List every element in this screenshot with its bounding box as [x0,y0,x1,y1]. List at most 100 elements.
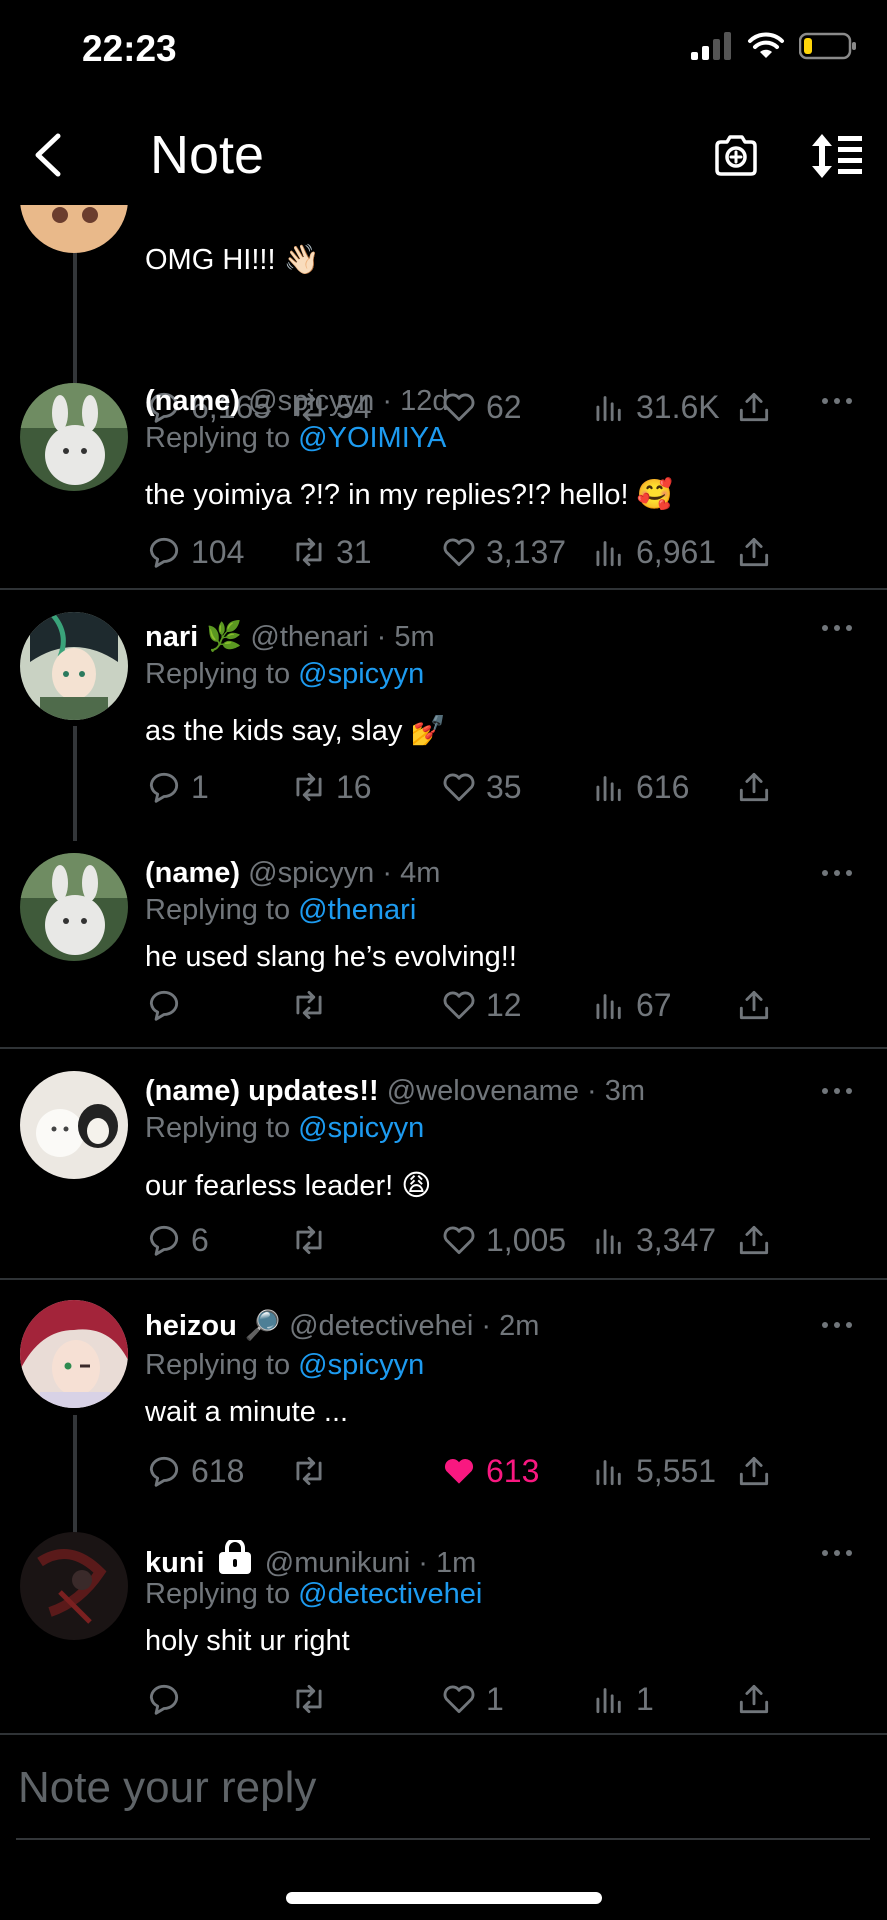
like-icon [443,991,475,1020]
avatar[interactable] [20,612,128,720]
handle[interactable]: @thenari [250,621,368,653]
like-button[interactable]: 1 [440,1680,504,1718]
replying-label: Replying to [145,1349,291,1381]
share-button[interactable] [735,533,781,571]
replying-to: Replying to @spicyyn [145,1112,424,1145]
display-name[interactable]: (name) [145,857,240,889]
retweet-button[interactable] [290,1452,336,1490]
mention-link[interactable]: @spicyyn [298,1349,424,1381]
display-name[interactable]: nari [145,621,198,653]
retweet-button[interactable]: 16 [290,768,372,806]
tweet-heizou[interactable]: heizou 🔎 @detectivehei · 2m Replying to … [0,1295,887,1533]
like-button[interactable]: 12 [440,986,522,1024]
reply-button[interactable]: 6 [145,1221,209,1259]
like-icon [443,538,475,567]
views-button[interactable]: 5,551 [590,1452,716,1490]
status-time: 22:23 [82,28,177,69]
like-count: 1 [486,1680,504,1717]
back-icon[interactable] [28,130,68,180]
retweet-button[interactable] [290,1680,336,1718]
display-name[interactable]: kuni [145,1547,205,1579]
reply-icon [149,537,179,568]
retweet-icon [296,1456,322,1486]
retweet-button[interactable] [290,986,336,1024]
views-button[interactable]: 3,347 [590,1221,716,1259]
tweet-text: our fearless leader! 😩 [145,1170,432,1202]
reply-input[interactable]: Note your reply [18,1763,316,1813]
battery-icon [799,32,856,60]
retweet-button[interactable]: 31 [290,533,372,571]
display-name[interactable]: (name) updates!! [145,1075,379,1107]
mention-link[interactable]: @thenari [298,894,416,926]
retweet-button[interactable] [290,1221,336,1259]
handle[interactable]: @spicyyn [248,857,374,889]
views-button[interactable]: 616 [590,768,689,806]
retweet-icon [296,537,322,567]
views-button[interactable]: 1 [590,1680,654,1718]
like-button[interactable]: 1,005 [440,1221,566,1259]
views-icon [596,541,621,567]
camera-icon[interactable] [713,132,759,178]
views-count: 3,347 [636,1221,717,1258]
sort-icon[interactable] [810,132,864,180]
tweet-welovename[interactable]: (name) updates!! @welovename · 3m Replyi… [0,1057,887,1285]
more-icon[interactable] [817,863,857,883]
avatar[interactable] [20,383,128,491]
tweet-text: holy shit ur right [145,1625,350,1657]
like-count: 35 [486,768,522,805]
share-button[interactable] [735,986,781,1024]
like-count: 613 [486,1452,540,1489]
more-icon[interactable] [817,391,857,411]
status-icons [691,32,857,60]
handle[interactable]: @munikuni [265,1547,411,1579]
tweet-kuni[interactable]: kuni @munikuni · 1m Replying to @detecti… [0,1520,887,1735]
like-filled-icon [444,1458,474,1484]
handle[interactable]: @spicyyn [248,385,374,417]
reply-button[interactable] [145,1680,191,1718]
reply-button[interactable]: 1 [145,768,209,806]
like-button[interactable]: 3,137 [440,533,566,571]
more-icon[interactable] [817,1543,857,1563]
tweet-spicyyn-1[interactable]: (name) @spicyyn · 12d Replying to @YOIMI… [0,365,887,593]
mention-link[interactable]: @detectivehei [298,1578,482,1610]
tweet-actions: 1 16 35 616 [145,768,785,812]
tweet-spicyyn-2[interactable]: (name) @spicyyn · 4m Replying to @thenar… [0,840,887,1055]
mention-link[interactable]: @spicyyn [298,658,424,690]
replying-label: Replying to [145,422,291,454]
share-button[interactable] [735,1452,781,1490]
views-button[interactable]: 67 [590,986,672,1024]
avatar[interactable] [20,1071,128,1179]
avatar[interactable] [20,853,128,961]
more-icon[interactable] [817,618,857,638]
display-name[interactable]: (name) [145,385,240,417]
views-button[interactable]: 6,961 [590,533,716,571]
more-icon[interactable] [817,1315,857,1335]
like-button[interactable]: 35 [440,768,522,806]
handle[interactable]: @detectivehei [289,1310,473,1342]
divider [0,1278,887,1280]
thread-connector [73,1415,77,1533]
mention-link[interactable]: @YOIMIYA [298,422,446,454]
reply-button[interactable] [145,986,191,1024]
share-button[interactable] [735,1680,781,1718]
display-name[interactable]: heizou [145,1310,237,1342]
avatar[interactable] [20,205,128,253]
more-icon[interactable] [817,1081,857,1101]
views-icon [596,1688,621,1714]
like-button-active[interactable]: 613 [440,1452,539,1490]
timestamp: 12d [400,385,449,417]
home-indicator[interactable] [286,1892,602,1904]
views-icon [596,776,621,802]
tweet-text: he used slang he’s evolving!! [145,941,517,973]
timestamp: 4m [400,857,441,889]
share-button[interactable] [735,1221,781,1259]
avatar[interactable] [20,1532,128,1640]
handle[interactable]: @welovename [387,1075,579,1107]
avatar[interactable] [20,1300,128,1408]
share-button[interactable] [735,768,781,806]
reply-button[interactable]: 104 [145,533,244,571]
tweet-nari[interactable]: nari 🌿 @thenari · 5m Replying to @spicyy… [0,600,887,841]
reply-button[interactable]: 618 [145,1452,244,1490]
mention-link[interactable]: @spicyyn [298,1112,424,1144]
share-icon [739,537,769,567]
